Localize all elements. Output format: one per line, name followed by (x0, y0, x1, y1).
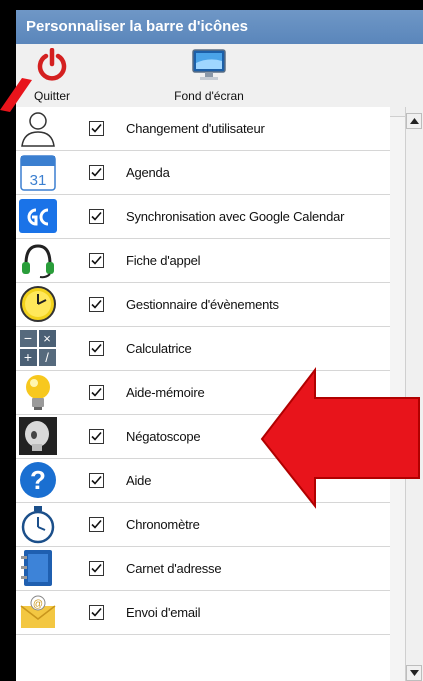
item-checkbox[interactable] (89, 429, 104, 444)
power-icon (37, 47, 67, 81)
checkmark-icon (91, 343, 102, 353)
list-item[interactable]: 31 Agenda (16, 151, 390, 195)
checkmark-icon (91, 211, 102, 221)
item-checkbox[interactable] (89, 209, 104, 224)
svg-text:×: × (43, 331, 51, 346)
monitor-icon (192, 49, 226, 80)
item-checkbox[interactable] (89, 517, 104, 532)
item-label: Négatoscope (126, 429, 201, 444)
scroll-up-button[interactable] (406, 113, 422, 129)
wallpaper-button[interactable]: Fond d'écran (164, 48, 254, 103)
item-checkbox[interactable] (89, 385, 104, 400)
svg-text:/: / (45, 350, 49, 365)
email-icon: @ (18, 592, 58, 632)
list-item[interactable]: ? Aide (16, 459, 390, 503)
item-checkbox[interactable] (89, 121, 104, 136)
item-label: Changement d'utilisateur (126, 121, 265, 136)
item-label: Aide-mémoire (126, 385, 205, 400)
lightbulb-icon (18, 372, 58, 412)
quit-label: Quitter (33, 89, 70, 103)
user-silhouette-icon (18, 108, 58, 148)
list-item[interactable]: − × + / Calculatrice (16, 327, 390, 371)
calendar-day: 31 (30, 172, 47, 189)
item-label: Agenda (126, 165, 170, 180)
help-question-icon: ? (18, 460, 58, 500)
clock-icon (18, 284, 58, 324)
list-scrollbar[interactable] (405, 107, 423, 681)
arrow-up-icon (410, 118, 419, 124)
item-checkbox[interactable] (89, 473, 104, 488)
quit-button[interactable]: Quitter (24, 47, 80, 103)
svg-text:−: − (24, 330, 32, 346)
item-checkbox[interactable] (89, 165, 104, 180)
item-label: Envoi d'email (126, 605, 201, 620)
item-checkbox[interactable] (89, 605, 104, 620)
checkmark-icon (91, 123, 102, 133)
list-item[interactable]: Carnet d'adresse (16, 547, 390, 591)
list-item[interactable]: Aide-mémoire (16, 371, 390, 415)
item-checkbox[interactable] (89, 297, 104, 312)
calculator-icon: − × + / (18, 328, 58, 368)
checkmark-icon (91, 607, 102, 617)
list-item[interactable]: Synchronisation avec Google Calendar (16, 195, 390, 239)
checkmark-icon (91, 387, 102, 397)
list-item[interactable]: Fiche d'appel (16, 239, 390, 283)
scroll-down-button[interactable] (406, 665, 422, 681)
checkmark-icon (91, 519, 102, 529)
arrow-down-icon (410, 670, 419, 676)
list-item[interactable]: Chronomètre (16, 503, 390, 547)
item-label: Gestionnaire d'évènements (126, 297, 279, 312)
item-label: Aide (126, 473, 152, 488)
checkmark-icon (91, 475, 102, 485)
item-label: Chronomètre (126, 517, 200, 532)
checkmark-icon (91, 299, 102, 309)
item-label: Fiche d'appel (126, 253, 201, 268)
item-checkbox[interactable] (89, 561, 104, 576)
google-calendar-icon (18, 196, 58, 236)
checkmark-icon (91, 431, 102, 441)
item-checkbox[interactable] (89, 253, 104, 268)
svg-text:+: + (24, 349, 32, 365)
calendar-icon: 31 (18, 152, 58, 192)
checkmark-icon (91, 563, 102, 573)
list-item[interactable]: @ Envoi d'email (16, 591, 390, 635)
item-label: Calculatrice (126, 341, 192, 356)
list-item[interactable]: Négatoscope (16, 415, 390, 459)
item-label: Synchronisation avec Google Calendar (126, 209, 345, 224)
dialog-title: Personnaliser la barre d'icônes (16, 10, 423, 44)
svg-text:@: @ (33, 599, 43, 610)
list-item[interactable]: Changement d'utilisateur (16, 107, 390, 151)
wallpaper-label: Fond d'écran (174, 89, 244, 103)
xray-skull-icon (18, 416, 58, 456)
checkmark-icon (91, 167, 102, 177)
address-book-icon (18, 548, 58, 588)
item-checkbox[interactable] (89, 341, 104, 356)
item-label: Carnet d'adresse (126, 561, 222, 576)
checkmark-icon (91, 255, 102, 265)
svg-text:?: ? (30, 465, 46, 495)
list-item[interactable]: Gestionnaire d'évènements (16, 283, 390, 327)
headset-icon (18, 240, 58, 280)
stopwatch-icon (18, 504, 58, 544)
icon-list[interactable]: Changement d'utilisateur 31 Agenda Synchron… (16, 107, 390, 681)
